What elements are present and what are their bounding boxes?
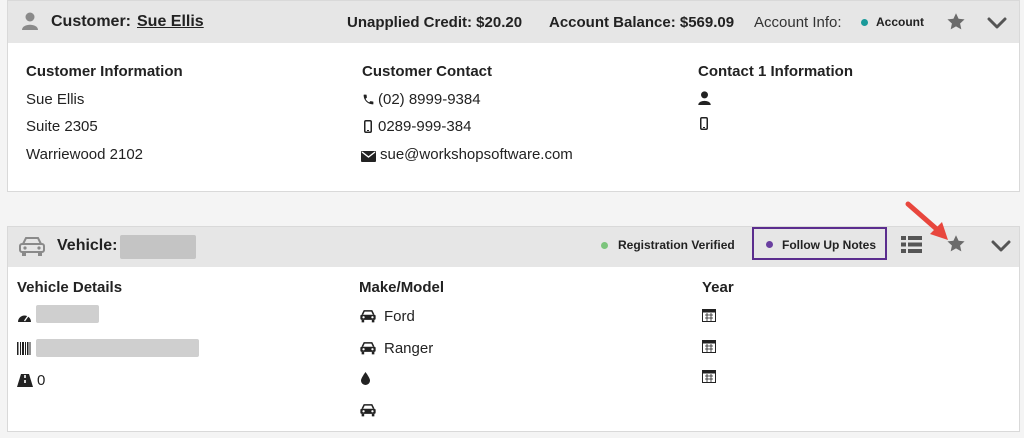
contact-mobile[interactable]: 0289-999-384 xyxy=(378,118,471,135)
follow-up-label: Follow Up Notes xyxy=(782,238,876,252)
registration-verified-badge: Registration Verified xyxy=(618,238,735,252)
vin-redacted xyxy=(36,339,199,357)
customer-label: Customer: xyxy=(51,13,132,30)
unapplied-credit: Unapplied Credit: $20.20 xyxy=(347,14,523,31)
calendar-icon-2 xyxy=(702,339,716,358)
calendar-icon-1 xyxy=(702,308,716,327)
road-icon xyxy=(17,374,33,392)
vehicle-panel: Vehicle: Registration Verified Follow Up… xyxy=(7,226,1020,432)
account-balance: Account Balance: $569.09 xyxy=(549,14,735,31)
calendar-icon-3 xyxy=(702,369,716,388)
annotation-arrow xyxy=(905,201,948,240)
vehicle-rego-redacted xyxy=(120,235,196,259)
customer-name-link[interactable]: Sue Ellis xyxy=(137,13,204,31)
customer-contact-title: Customer Contact xyxy=(362,63,493,80)
make-car-icon xyxy=(359,309,377,328)
registration-status-dot xyxy=(601,242,608,249)
model-car-icon xyxy=(359,341,377,360)
car-icon xyxy=(18,235,46,262)
chevron-down-icon[interactable] xyxy=(987,17,1007,29)
customer-info-suburb: Warriewood 2102 xyxy=(26,146,144,163)
fuel-drop-icon xyxy=(361,372,370,390)
customer-info-name: Sue Ellis xyxy=(26,91,85,108)
envelope-icon xyxy=(361,149,376,167)
odometer-icon xyxy=(17,310,32,328)
contact-mobile-icon xyxy=(700,117,708,135)
body-car-icon xyxy=(359,403,377,422)
make-model-title: Make/Model xyxy=(359,279,445,296)
contact1-information-title: Contact 1 Information xyxy=(698,63,854,80)
year-title: Year xyxy=(702,279,734,296)
odometer-redacted xyxy=(36,305,99,323)
follow-up-notes-button[interactable]: Follow Up Notes xyxy=(752,227,887,260)
customer-information-title: Customer Information xyxy=(26,63,183,80)
vehicle-details-title: Vehicle Details xyxy=(17,279,123,296)
contact-person-icon xyxy=(698,91,711,110)
contact-email[interactable]: sue@workshopsoftware.com xyxy=(380,146,573,163)
mobile-icon xyxy=(364,120,372,138)
contact-phone[interactable]: (02) 8999-9384 xyxy=(378,91,481,108)
vehicle-label: Vehicle: xyxy=(57,237,118,254)
account-badge[interactable]: Account xyxy=(876,15,924,29)
customer-info-address: Suite 2305 xyxy=(26,118,98,135)
vehicle-model: Ranger xyxy=(384,340,434,357)
vehicle-chevron-down-icon[interactable] xyxy=(991,240,1011,252)
phone-icon xyxy=(362,93,375,111)
star-icon[interactable] xyxy=(946,12,966,32)
odometer-value: 0 xyxy=(37,372,46,389)
account-info-label: Account Info: xyxy=(754,14,842,31)
customer-panel: Customer: Sue Ellis Unapplied Credit: $2… xyxy=(7,0,1020,192)
barcode-icon xyxy=(17,342,31,360)
user-icon xyxy=(22,12,38,35)
follow-up-dot xyxy=(766,241,773,248)
vehicle-make: Ford xyxy=(384,308,415,325)
account-status-dot xyxy=(861,19,868,26)
